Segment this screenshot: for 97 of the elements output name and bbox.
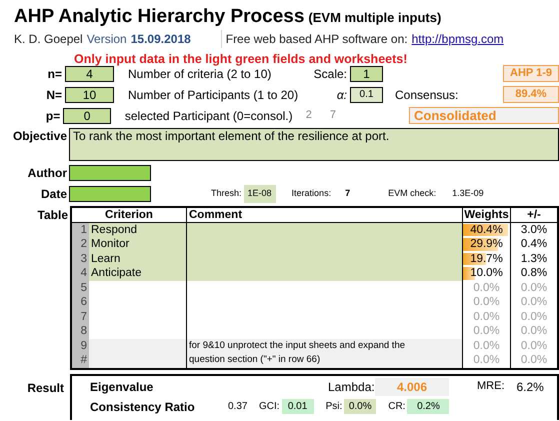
- row-number: 4: [72, 266, 89, 280]
- deviation-cell-text: 0.4%: [520, 237, 548, 252]
- comment-cell[interactable]: [187, 266, 463, 280]
- param-field[interactable]: 4: [65, 66, 114, 82]
- comment-cell[interactable]: question section ("+" in row 66): [187, 353, 463, 368]
- deviation-cell-text: 0.0%: [520, 295, 548, 310]
- mre-value: 6.2%: [516, 378, 544, 396]
- column-header: Weights: [463, 208, 511, 222]
- table-label: Table: [38, 208, 68, 222]
- consistency-value: 0.37: [228, 400, 248, 414]
- param-field[interactable]: 0.1: [350, 86, 383, 102]
- param-label: p=: [46, 108, 60, 122]
- mre-label: MRE:: [477, 379, 504, 394]
- psi-value: 0.0%: [344, 399, 376, 414]
- gci-label: GCI:: [259, 400, 280, 414]
- thresh-label: Thresh:: [211, 187, 242, 200]
- deviation-cell-text: 0.0%: [520, 280, 548, 295]
- lambda-value: 4.006: [375, 378, 449, 396]
- deviation-cell-text: 0.0%: [520, 310, 548, 324]
- row-number: 8: [72, 324, 89, 338]
- weight-cell-text: 0.0%: [472, 310, 501, 324]
- iterations-value: 7: [345, 187, 350, 200]
- weight-cell-text: 0.0%: [472, 338, 501, 352]
- evm-check-label: EVM check:: [388, 187, 436, 200]
- objective-label: Objective: [12, 128, 67, 144]
- row-number: 1: [72, 222, 89, 237]
- criterion-cell[interactable]: Respond: [89, 222, 187, 237]
- row-number: 3: [72, 252, 89, 266]
- author-name: K. D. Goepel: [14, 31, 83, 48]
- consistency-ratio-label: Consistency Ratio: [90, 398, 196, 416]
- website-link[interactable]: http://bpmsg.com: [412, 30, 504, 48]
- row-number: 7: [72, 310, 89, 324]
- app-title: AHP Analytic Hierarchy Process: [14, 5, 304, 29]
- row-number: 5: [72, 280, 89, 295]
- evm-check-value: 1.3E-09: [452, 187, 484, 200]
- param-label: α:: [336, 86, 347, 104]
- param-field[interactable]: 1: [350, 66, 383, 82]
- row-number: #: [72, 353, 89, 368]
- promo-text: Free web based AHP software on:: [220, 30, 408, 48]
- participant-name: Consolidated: [409, 107, 559, 124]
- weight-cell-text: 40.4%: [469, 222, 504, 236]
- date-label: Date: [40, 187, 67, 201]
- criterion-cell[interactable]: [89, 353, 187, 368]
- deviation-cell-text: 0.8%: [520, 266, 548, 280]
- criterion-cell[interactable]: [89, 338, 187, 353]
- weight-cell-text: 0.0%: [472, 280, 501, 294]
- criterion-cell[interactable]: Anticipate: [89, 266, 187, 280]
- psi-label: Psi:: [326, 400, 342, 414]
- param-label: Scale:: [314, 66, 347, 82]
- title-subtitle: (EVM multiple inputs): [308, 9, 442, 27]
- column-header: Comment: [187, 208, 463, 222]
- criterion-cell[interactable]: Monitor: [89, 237, 187, 252]
- eigenvalue-label: Eigenvalue: [90, 378, 154, 396]
- cr-label: CR:: [388, 400, 406, 414]
- deviation-cell-text: 1.3%: [520, 252, 548, 266]
- objective-field[interactable]: To rank the most important element of the resilience at port.: [69, 128, 559, 160]
- scale-name: AHP 1-9: [503, 65, 559, 82]
- deviation-cell-text: 3.0%: [520, 222, 548, 237]
- param-description: Number of Participants (1 to 20): [128, 86, 300, 104]
- author-field[interactable]: [69, 165, 151, 181]
- comment-cell[interactable]: [187, 222, 463, 237]
- deviation-cell-text: 0.0%: [520, 353, 548, 368]
- weight-cell-text: 10.0%: [469, 266, 504, 280]
- criterion-cell[interactable]: Learn: [89, 252, 187, 266]
- weight-cell-text: 29.9%: [469, 237, 504, 251]
- lambda-label: Lambda:: [328, 378, 375, 396]
- param-label: n=: [48, 66, 62, 80]
- participant-count: 7: [330, 108, 336, 124]
- param-field[interactable]: 10: [65, 86, 114, 102]
- comment-cell[interactable]: for 9&10 unprotect the input sheets and expand the: [187, 338, 463, 353]
- consensus-value: 89.4%: [503, 86, 559, 103]
- row-number: 9: [72, 338, 89, 353]
- warning-text: Only input data in the light green fields and worksheets!: [74, 52, 408, 66]
- consensus-label: Consensus:: [395, 86, 458, 104]
- row-number: 6: [72, 295, 89, 310]
- param-label: N=: [46, 88, 62, 102]
- column-header: Criterion: [72, 208, 187, 222]
- weight-cell-text: 0.0%: [472, 295, 501, 309]
- author-label: Author: [28, 166, 67, 180]
- iterations-label: Iterations:: [292, 187, 332, 200]
- param-description: selected Participant (0=consol.): [124, 108, 294, 124]
- thresh-value: 1E-08: [244, 185, 276, 203]
- result-label: Result: [27, 380, 64, 394]
- param-field[interactable]: 0: [63, 108, 111, 124]
- deviation-cell-text: 0.0%: [520, 324, 548, 338]
- column-header: +/-: [526, 208, 542, 222]
- version-number: 15.09.2018: [130, 31, 192, 48]
- weight-cell-text: 0.0%: [472, 353, 501, 367]
- deviation-cell-text: 0.0%: [520, 338, 548, 353]
- weight-cell-text: 0.0%: [472, 324, 501, 338]
- row-number: 2: [72, 237, 89, 252]
- param-description: Number of criteria (2 to 10): [128, 66, 272, 82]
- version-label: Version: [86, 31, 127, 48]
- participant-index: 2: [306, 108, 312, 124]
- date-field[interactable]: [69, 186, 151, 202]
- cr-value: 0.2%: [407, 399, 450, 414]
- gci-value: 0.01: [282, 399, 314, 414]
